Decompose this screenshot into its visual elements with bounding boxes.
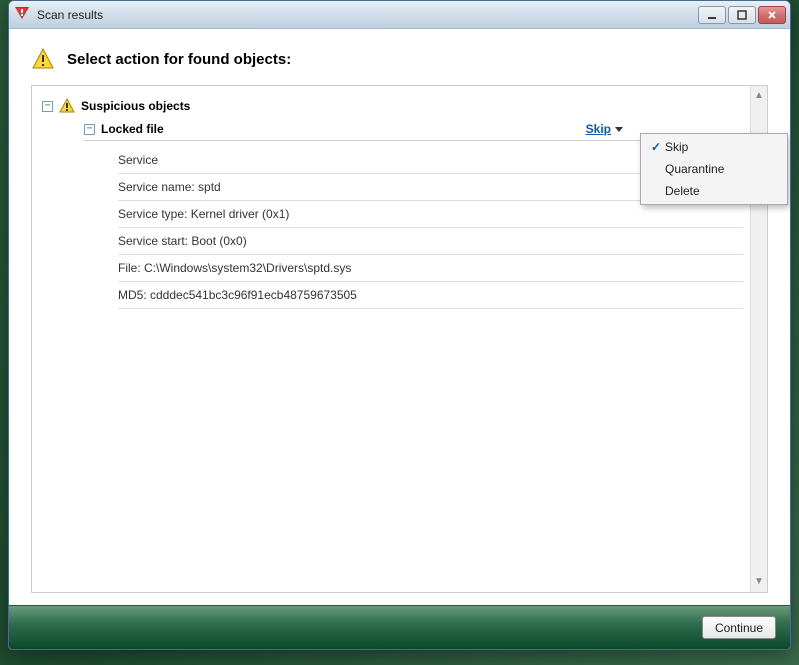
action-menu: ✓ Skip Quarantine Delete [640, 133, 788, 205]
window-title: Scan results [37, 8, 698, 22]
action-label: Skip [586, 122, 611, 136]
close-button[interactable] [758, 6, 786, 24]
menu-item-delete[interactable]: Delete [643, 180, 785, 202]
scroll-down-icon[interactable]: ▼ [753, 576, 765, 588]
maximize-button[interactable] [728, 6, 756, 24]
header-title: Select action for found objects: [67, 51, 291, 68]
menu-item-skip[interactable]: ✓ Skip [643, 136, 785, 158]
warning-icon [31, 47, 55, 71]
warning-icon [59, 98, 75, 114]
action-dropdown[interactable]: Skip [586, 122, 623, 136]
collapse-icon[interactable]: − [42, 101, 53, 112]
chevron-down-icon [615, 127, 623, 132]
detail-item: File: C:\Windows\system32\Drivers\sptd.s… [118, 255, 743, 282]
main-window: Scan results Select action for found o [8, 0, 791, 650]
category-row[interactable]: − Suspicious objects [42, 96, 743, 116]
scroll-up-icon[interactable]: ▲ [753, 90, 765, 102]
app-icon [15, 7, 31, 23]
header: Select action for found objects: [31, 47, 768, 71]
detail-item: Service start: Boot (0x0) [118, 228, 743, 255]
detail-item: Service type: Kernel driver (0x1) [118, 201, 743, 228]
check-icon: ✓ [647, 140, 665, 154]
menu-item-quarantine[interactable]: Quarantine [643, 158, 785, 180]
content-area: Select action for found objects: − Suspi… [9, 29, 790, 605]
footer: Continue [9, 605, 790, 649]
continue-button[interactable]: Continue [702, 616, 776, 639]
titlebar[interactable]: Scan results [9, 1, 790, 29]
minimize-button[interactable] [698, 6, 726, 24]
subcategory-label: Locked file [101, 122, 586, 136]
category-label: Suspicious objects [81, 99, 190, 113]
window-controls [698, 6, 786, 24]
collapse-icon[interactable]: − [84, 124, 95, 135]
detail-item: MD5: cdddec541bc3c96f91ecb48759673505 [118, 282, 743, 309]
